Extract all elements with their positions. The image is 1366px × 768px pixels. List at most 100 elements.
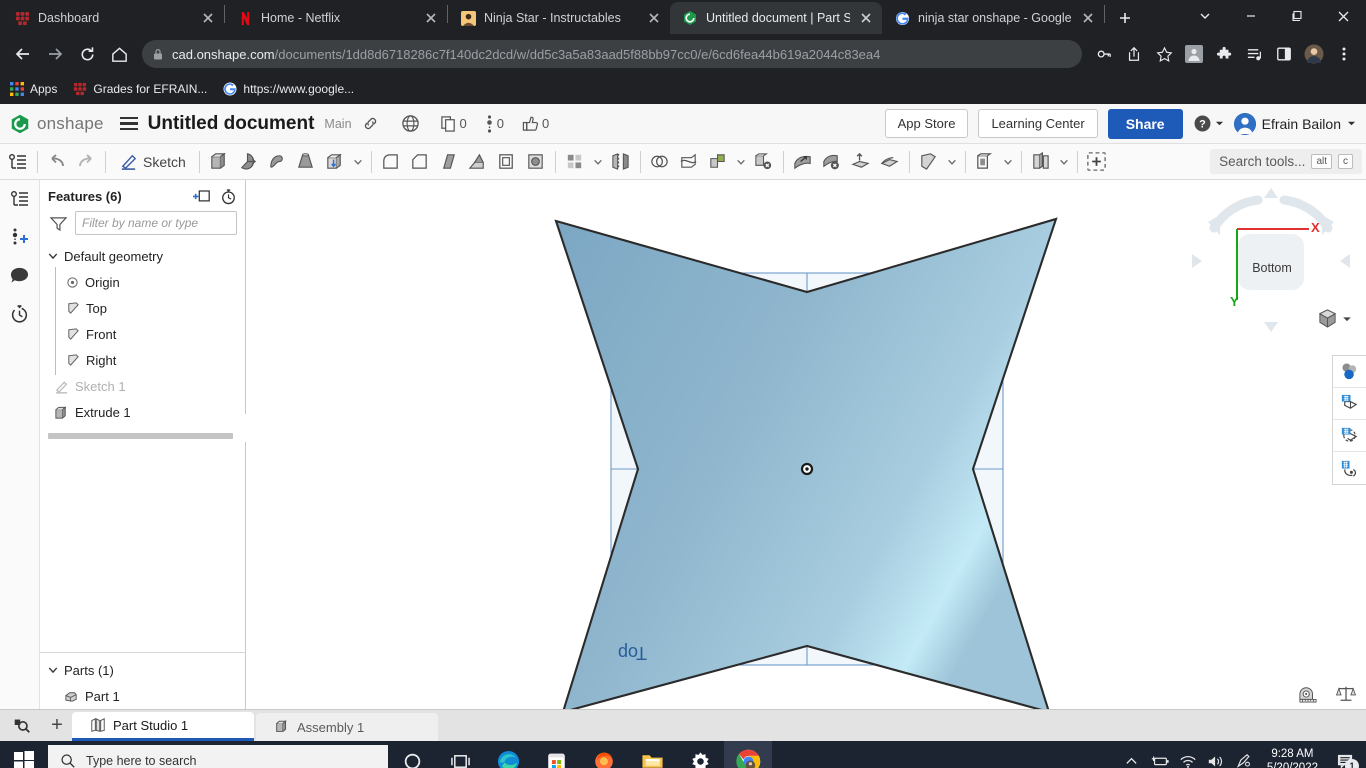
- home-button[interactable]: [104, 39, 134, 69]
- appearance-icon[interactable]: [1333, 356, 1366, 388]
- app-store-button[interactable]: App Store: [885, 109, 969, 138]
- chevron-down-icon[interactable]: [733, 147, 749, 177]
- taskbar-search-box[interactable]: Type here to search: [48, 745, 388, 768]
- replace-face-icon[interactable]: [847, 147, 875, 177]
- like-count[interactable]: 0: [522, 115, 549, 132]
- maximize-button[interactable]: [1274, 0, 1320, 32]
- tab-part-studio-1[interactable]: Part Studio 1: [72, 712, 254, 741]
- globe-icon[interactable]: [401, 114, 420, 133]
- rib-icon[interactable]: [435, 147, 463, 177]
- close-icon[interactable]: [858, 10, 874, 26]
- main-menu-button[interactable]: [120, 117, 138, 131]
- tree-node-right[interactable]: Right: [40, 347, 245, 373]
- feature-list-icon[interactable]: [6, 186, 34, 212]
- tree-node-top[interactable]: Top: [40, 295, 245, 321]
- section-view-icon[interactable]: [1333, 420, 1366, 452]
- close-icon[interactable]: [646, 10, 662, 26]
- plane-icon[interactable]: [915, 147, 943, 177]
- notifications-icon[interactable]: 1: [1328, 741, 1362, 768]
- help-button[interactable]: ?: [1193, 114, 1224, 133]
- google-chrome-icon[interactable]: [724, 741, 772, 768]
- boolean-icon[interactable]: [646, 147, 674, 177]
- settings-icon[interactable]: [676, 741, 724, 768]
- bookmark-apps[interactable]: Apps: [10, 82, 57, 96]
- bookmark-grades[interactable]: Grades for EFRAIN...: [73, 82, 207, 96]
- browser-tab[interactable]: Dashboard: [2, 2, 224, 34]
- task-view-icon[interactable]: [436, 741, 484, 768]
- offset-surface-icon[interactable]: [876, 147, 904, 177]
- reload-button[interactable]: [72, 39, 102, 69]
- loft-icon[interactable]: [292, 147, 320, 177]
- chevron-down-icon[interactable]: [48, 665, 58, 675]
- copies-count[interactable]: 0: [440, 115, 467, 132]
- tab-search-chevron-icon[interactable]: [1182, 0, 1228, 32]
- key-icon[interactable]: [1090, 40, 1118, 68]
- transform-icon[interactable]: [704, 147, 732, 177]
- chevron-down-icon[interactable]: [48, 251, 58, 261]
- parts-header[interactable]: Parts (1): [40, 657, 245, 683]
- redo-icon[interactable]: [72, 147, 100, 177]
- cortana-icon[interactable]: [388, 741, 436, 768]
- sketch-button[interactable]: Sketch: [111, 152, 194, 171]
- 3d-viewport[interactable]: Top Bottom X Y: [246, 180, 1366, 709]
- delete-part-icon[interactable]: [750, 147, 778, 177]
- tree-node-extrude-1[interactable]: Extrude 1: [40, 399, 245, 425]
- parts-list-item[interactable]: Part 1: [40, 683, 245, 709]
- tree-node-default-geometry[interactable]: Default geometry: [40, 243, 245, 269]
- filter-input[interactable]: Filter by name or type: [75, 211, 237, 235]
- move-face-icon[interactable]: [789, 147, 817, 177]
- render-cube-icon[interactable]: [1333, 388, 1366, 420]
- comment-icon[interactable]: [6, 262, 34, 288]
- user-menu[interactable]: Efrain Bailon: [1234, 113, 1356, 135]
- new-tab-button[interactable]: [1111, 4, 1139, 32]
- chevron-down-icon[interactable]: [944, 147, 960, 177]
- windows-start-icon[interactable]: [0, 741, 48, 768]
- search-tools-box[interactable]: Search tools... alt c: [1210, 149, 1362, 174]
- history-icon[interactable]: [6, 300, 34, 326]
- delete-face-icon[interactable]: [818, 147, 846, 177]
- rollback-timer-icon[interactable]: [220, 188, 237, 205]
- add-variable-icon[interactable]: [6, 224, 34, 250]
- tab-assembly-1[interactable]: Assembly 1: [256, 713, 438, 741]
- menu-icon[interactable]: [1330, 40, 1358, 68]
- feature-list-icon[interactable]: [4, 147, 32, 177]
- share-button[interactable]: Share: [1108, 109, 1183, 139]
- microsoft-edge-icon[interactable]: [484, 741, 532, 768]
- network-icon[interactable]: [1175, 741, 1201, 768]
- add-folder-icon[interactable]: [193, 188, 211, 205]
- address-bar[interactable]: cad.onshape.com/documents/1dd8d6718286c7…: [142, 40, 1082, 68]
- browser-tab[interactable]: ninja star onshape - Google S: [882, 2, 1104, 34]
- chevron-down-icon[interactable]: [350, 147, 366, 177]
- document-title[interactable]: Untitled document: [148, 113, 315, 135]
- pen-icon[interactable]: [1231, 741, 1257, 768]
- browser-tab[interactable]: Home - Netflix: [225, 2, 447, 34]
- draft-icon[interactable]: [464, 147, 492, 177]
- browser-tab[interactable]: Ninja Star - Instructables: [448, 2, 670, 34]
- fillet-icon[interactable]: [377, 147, 405, 177]
- star-icon[interactable]: [1150, 40, 1178, 68]
- close-icon[interactable]: [1080, 10, 1096, 26]
- document-branch[interactable]: Main: [324, 117, 351, 131]
- sketch-derive-icon[interactable]: [971, 147, 999, 177]
- profile-icon[interactable]: [1180, 40, 1208, 68]
- tree-node-origin[interactable]: Origin: [40, 269, 245, 295]
- mirror-icon[interactable]: [607, 147, 635, 177]
- chevron-down-icon[interactable]: [1056, 147, 1072, 177]
- chamfer-icon[interactable]: [406, 147, 434, 177]
- taskbar-clock[interactable]: 9:28 AM 5/20/2022: [1259, 747, 1326, 768]
- avatar-icon[interactable]: [1300, 40, 1328, 68]
- share-icon[interactable]: [1120, 40, 1148, 68]
- shell-icon[interactable]: [493, 147, 521, 177]
- firefox-icon[interactable]: [580, 741, 628, 768]
- back-button[interactable]: [8, 39, 38, 69]
- close-icon[interactable]: [423, 10, 439, 26]
- pattern-icon[interactable]: [561, 147, 589, 177]
- forward-button[interactable]: [40, 39, 70, 69]
- display-style-dropdown[interactable]: [1317, 308, 1352, 329]
- undo-icon[interactable]: [43, 147, 71, 177]
- chevron-down-icon[interactable]: [590, 147, 606, 177]
- onshape-logo[interactable]: onshape: [10, 114, 104, 134]
- show-hidden-icons-chevron[interactable]: [1119, 741, 1145, 768]
- sidepanel-icon[interactable]: [1270, 40, 1298, 68]
- media-list-icon[interactable]: [1240, 40, 1268, 68]
